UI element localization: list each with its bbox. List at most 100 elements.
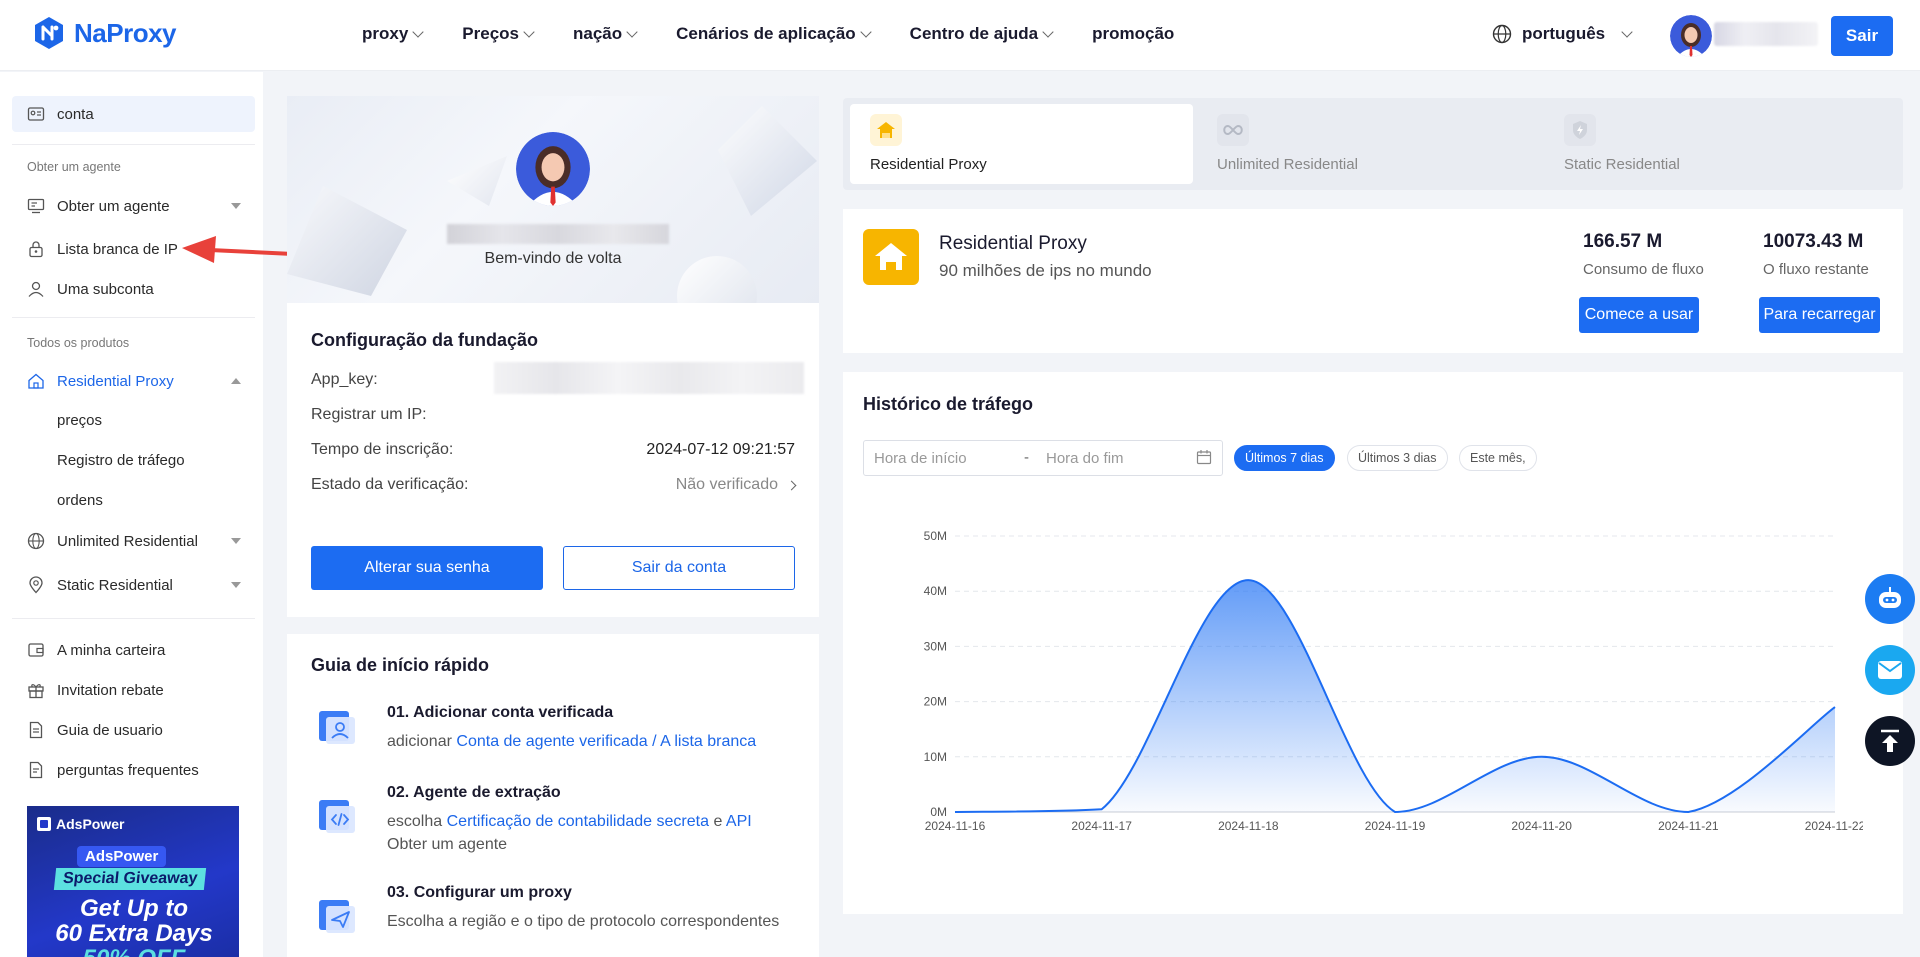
chevron-down-icon	[412, 26, 424, 38]
document-list-icon	[29, 761, 43, 779]
caret-down-icon	[231, 538, 241, 544]
lock-user-icon	[29, 241, 43, 258]
sidebar-item-residential-proxy[interactable]: Residential Proxy	[12, 363, 255, 399]
ad-line-1: Get Up to	[80, 895, 188, 922]
traffic-history-card: Histórico de tráfego Hora de início - Ho…	[843, 372, 1903, 914]
ad-headline: Get Up to 60 Extra Days 50% OFF	[39, 896, 229, 957]
ad-giveaway: Special Giveaway	[53, 868, 207, 890]
sidebar-subitem-pricing[interactable]: preços	[57, 412, 102, 429]
secret-accounting-certification-link[interactable]: Certificação de contabilidade secreta	[447, 813, 709, 830]
home-icon	[28, 373, 44, 389]
house-icon	[870, 114, 902, 146]
date-range-picker[interactable]: Hora de início - Hora do fim	[863, 440, 1223, 476]
top-header: NaProxy proxy Preços nação Cenários de a…	[0, 0, 1920, 71]
ad-line-3: 50% OFF	[39, 946, 229, 957]
step-1-prefix: adicionar	[387, 733, 452, 750]
adspower-banner[interactable]: AdsPower AdsPower Special Giveaway Get U…	[27, 806, 239, 957]
nav-pricing[interactable]: Preços	[462, 24, 535, 44]
tab-label: Static Residential	[1564, 156, 1680, 173]
divider	[12, 317, 255, 318]
email-button[interactable]	[1865, 645, 1915, 695]
location-pin-icon	[29, 576, 43, 594]
remaining-label: O fluxo restante	[1763, 261, 1869, 278]
language-label: português	[1522, 24, 1606, 43]
filter-last-3-days[interactable]: Últimos 3 dias	[1347, 445, 1448, 471]
y-tick-label: 30M	[924, 639, 947, 653]
filter-this-month[interactable]: Este mês,	[1459, 445, 1537, 471]
step-2-separator: e	[713, 813, 723, 830]
tab-residential-proxy[interactable]: Residential Proxy	[850, 104, 1193, 184]
recharge-button[interactable]: Para recarregar	[1759, 297, 1880, 333]
y-tick-label: 0M	[930, 805, 947, 819]
sidebar-item-label: Static Residential	[57, 576, 173, 594]
document-icon	[29, 721, 43, 739]
verification-status-link[interactable]: Não verificado	[676, 476, 797, 494]
traffic-area	[955, 580, 1835, 812]
sidebar-item-get-agent[interactable]: Obter um agente	[12, 188, 255, 224]
nav-help-center[interactable]: Centro de ajuda	[910, 24, 1054, 44]
main-nav: proxy Preços nação Cenários de aplicação…	[362, 24, 1174, 44]
sidebar-item-label: Residential Proxy	[57, 372, 174, 390]
sidebar-item-static-residential[interactable]: Static Residential	[12, 567, 255, 603]
chevron-down-icon	[1621, 26, 1633, 38]
x-tick-label: 2024-11-21	[1658, 819, 1719, 833]
sidebar-item-user-guide[interactable]: Guia de usuario	[12, 712, 255, 748]
signup-time-value: 2024-07-12 09:21:57	[646, 441, 795, 458]
chevron-down-icon	[523, 26, 535, 38]
user-avatar[interactable]	[1670, 15, 1712, 57]
start-using-button[interactable]: Comece a usar	[1579, 297, 1699, 333]
change-password-button[interactable]: Alterar sua senha	[311, 546, 543, 590]
chevron-down-icon	[860, 26, 872, 38]
verified-agent-account-link[interactable]: Conta de agente verificada	[456, 733, 647, 750]
x-tick-label: 2024-11-18	[1218, 819, 1279, 833]
calendar-icon	[1196, 450, 1212, 465]
nav-use-cases[interactable]: Cenários de aplicação	[676, 24, 872, 44]
verified-account-icon	[319, 711, 355, 744]
register-ip-label: Registrar um IP:	[311, 406, 427, 423]
monitor-icon	[27, 198, 45, 214]
sidebar-item-label: Guia de usuario	[57, 721, 163, 739]
sidebar-item-subaccount[interactable]: Uma subconta	[12, 271, 255, 307]
app-key-redacted	[494, 362, 804, 394]
profile-name-redacted	[447, 224, 669, 244]
remaining-value: 10073.43 M	[1763, 231, 1864, 252]
logout-account-button[interactable]: Sair da conta	[563, 546, 795, 590]
nav-promotion[interactable]: promoção	[1092, 24, 1174, 44]
infinity-icon	[1217, 114, 1249, 146]
api-link[interactable]: API	[726, 813, 752, 830]
sidebar-item-account[interactable]: conta	[12, 96, 255, 132]
ad-line-2: 60 Extra Days	[55, 920, 213, 947]
chevron-down-icon	[626, 26, 638, 38]
sidebar-item-unlimited-residential[interactable]: Unlimited Residential	[12, 523, 255, 559]
nav-proxy-label: proxy	[362, 24, 409, 43]
tab-label: Unlimited Residential	[1217, 156, 1358, 173]
sidebar: conta Obter um agente Obter um agente Li…	[0, 72, 263, 957]
decoration	[287, 186, 407, 296]
sidebar-subitem-orders[interactable]: ordens	[57, 492, 103, 509]
x-tick-label: 2024-11-22	[1805, 819, 1863, 833]
sidebar-item-faq[interactable]: perguntas frequentes	[12, 752, 255, 788]
arrow-up-icon	[1881, 729, 1899, 752]
filter-last-7-days[interactable]: Últimos 7 dias	[1234, 445, 1335, 471]
sidebar-item-wallet[interactable]: A minha carteira	[12, 632, 255, 668]
logout-button[interactable]: Sair	[1831, 16, 1893, 56]
nav-proxy[interactable]: proxy	[362, 24, 424, 44]
tab-static-residential[interactable]: Static Residential	[1544, 104, 1887, 184]
nav-country-label: nação	[573, 24, 623, 43]
start-time-input[interactable]: Hora de início	[874, 450, 967, 467]
end-time-input[interactable]: Hora do fim	[1046, 450, 1124, 467]
caret-down-icon	[231, 582, 241, 588]
sidebar-item-invitation-rebate[interactable]: Invitation rebate	[12, 672, 255, 708]
ad-head-label: AdsPower	[56, 816, 125, 832]
language-selector[interactable]: português	[1492, 24, 1633, 44]
brand-logo[interactable]: NaProxy	[32, 16, 177, 50]
whitelist-link[interactable]: A lista branca	[660, 733, 756, 750]
tab-unlimited-residential[interactable]: Unlimited Residential	[1197, 104, 1540, 184]
decoration	[447, 156, 507, 206]
sidebar-subitem-traffic-log[interactable]: Registro de tráfego	[57, 452, 185, 469]
nav-pricing-label: Preços	[462, 24, 519, 43]
consumption-label: Consumo de fluxo	[1583, 261, 1704, 278]
nav-country[interactable]: nação	[573, 24, 638, 44]
chat-bot-button[interactable]	[1865, 574, 1915, 624]
back-to-top-button[interactable]	[1865, 716, 1915, 766]
